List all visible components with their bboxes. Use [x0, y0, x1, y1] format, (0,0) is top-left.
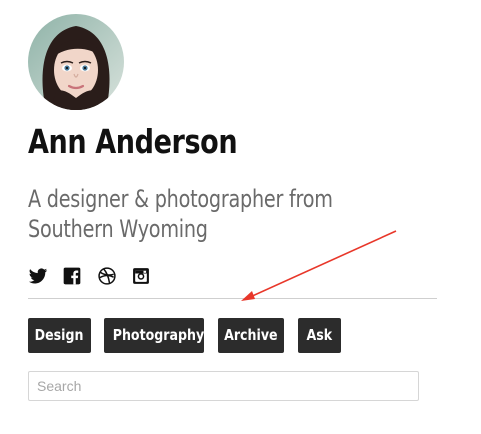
nav-ask-label: Ask — [306, 326, 333, 344]
divider — [28, 298, 437, 299]
profile-name: Ann Anderson — [28, 122, 238, 161]
nav-design-button[interactable]: Design — [28, 318, 91, 353]
instagram-icon[interactable] — [131, 266, 151, 286]
nav-ask-button[interactable]: Ask — [298, 318, 341, 353]
nav-design-label: Design — [35, 326, 84, 344]
twitter-icon[interactable] — [28, 266, 48, 286]
facebook-icon[interactable] — [62, 266, 82, 286]
dribbble-icon[interactable] — [97, 266, 117, 286]
avatar — [28, 14, 124, 110]
nav-photography-button[interactable]: Photography — [104, 318, 204, 353]
nav-archive-label: Archive — [224, 326, 278, 344]
nav-photography-label: Photography — [112, 326, 204, 344]
profile-tagline: A designer & photographer from Southern … — [28, 185, 333, 243]
nav-archive-button[interactable]: Archive — [218, 318, 284, 353]
search-input[interactable] — [28, 371, 419, 401]
